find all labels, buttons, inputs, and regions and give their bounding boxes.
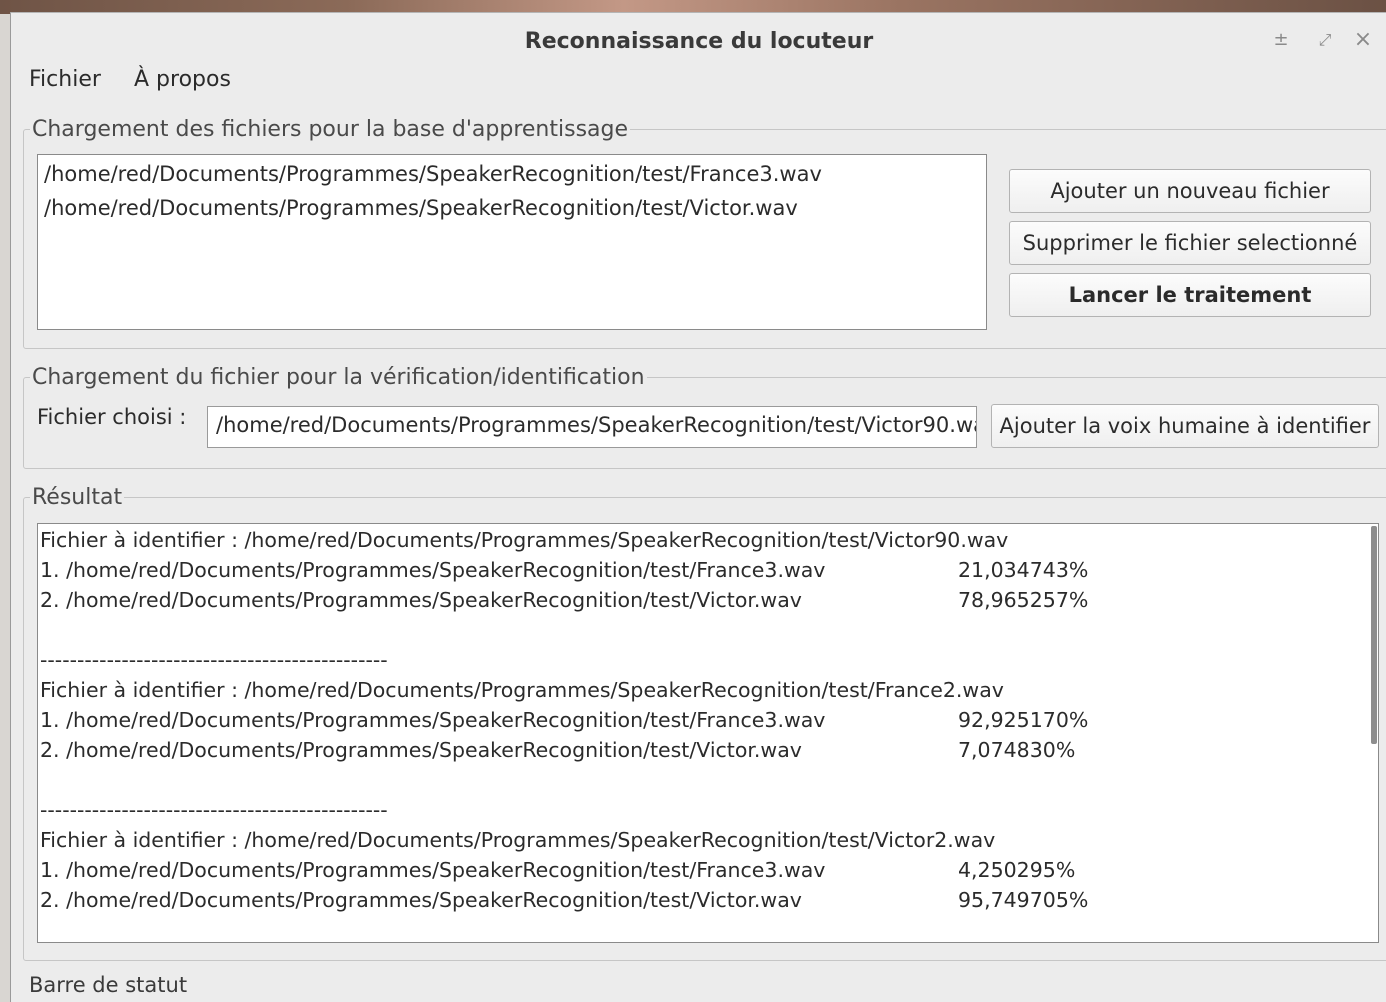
result-header: Fichier à identifier : /home/red/Documen… — [40, 678, 1004, 702]
training-file-list[interactable]: /home/red/Documents/Programmes/SpeakerRe… — [37, 154, 987, 330]
status-bar: Barre de statut — [29, 973, 188, 997]
run-processing-button[interactable]: Lancer le traitement — [1009, 273, 1371, 317]
result-row: 2. /home/red/Documents/Programmes/Speake… — [40, 735, 1075, 765]
result-scrollbar[interactable] — [1370, 524, 1378, 942]
minimize-icon[interactable]: ± — [1269, 28, 1293, 52]
result-percent: 4,250295% — [958, 858, 1076, 882]
result-row: 2. /home/red/Documents/Programmes/Speake… — [40, 885, 1088, 915]
result-path: 1. /home/red/Documents/Programmes/Speake… — [40, 708, 826, 732]
main-window: Reconnaissance du locuteur ± ⤢ × Fichier… — [10, 12, 1386, 1002]
result-separator: ----------------------------------------… — [40, 648, 388, 672]
result-separator: ----------------------------------------… — [40, 798, 388, 822]
result-path: 2. /home/red/Documents/Programmes/Speake… — [40, 738, 802, 762]
result-text-area[interactable]: Fichier à identifier : /home/red/Documen… — [37, 523, 1379, 943]
result-percent: 92,925170% — [958, 708, 1089, 732]
menu-bar: Fichier À propos — [29, 65, 259, 99]
list-item[interactable]: /home/red/Documents/Programmes/SpeakerRe… — [44, 157, 980, 191]
window-title: Reconnaissance du locuteur — [524, 29, 874, 54]
remove-file-button[interactable]: Supprimer le fichier selectionné — [1009, 221, 1371, 265]
chosen-file-label: Fichier choisi : — [37, 405, 187, 429]
result-header: Fichier à identifier : /home/red/Documen… — [40, 528, 1009, 552]
menu-fichier[interactable]: Fichier — [29, 65, 101, 94]
result-row: 1. /home/red/Documents/Programmes/Speake… — [40, 555, 1088, 585]
result-path: 1. /home/red/Documents/Programmes/Speake… — [40, 558, 826, 582]
result-row: 1. /home/red/Documents/Programmes/Speake… — [40, 705, 1088, 735]
menu-a-propos[interactable]: À propos — [134, 65, 231, 94]
result-percent: 95,749705% — [958, 888, 1089, 912]
close-icon[interactable]: × — [1351, 28, 1375, 52]
add-file-button[interactable]: Ajouter un nouveau fichier — [1009, 169, 1371, 213]
result-header: Fichier à identifier : /home/red/Documen… — [40, 828, 996, 852]
chosen-file-field[interactable]: /home/red/Documents/Programmes/SpeakerRe… — [207, 406, 977, 448]
title-bar[interactable]: Reconnaissance du locuteur ± ⤢ × — [11, 13, 1386, 67]
training-legend: Chargement des fichiers pour la base d'a… — [32, 117, 629, 142]
result-row: 1. /home/red/Documents/Programmes/Speake… — [40, 855, 1075, 885]
result-percent: 7,074830% — [958, 738, 1076, 762]
result-path: 2. /home/red/Documents/Programmes/Speake… — [40, 888, 802, 912]
result-percent: 21,034743% — [958, 558, 1089, 582]
maximize-icon[interactable]: ⤢ — [1313, 28, 1337, 52]
result-percent: 78,965257% — [958, 588, 1089, 612]
result-legend: Résultat — [32, 485, 123, 510]
list-item[interactable]: /home/red/Documents/Programmes/SpeakerRe… — [44, 191, 980, 225]
add-voice-button[interactable]: Ajouter la voix humaine à identifier — [991, 404, 1379, 448]
scrollbar-thumb[interactable] — [1371, 526, 1377, 744]
result-row: 2. /home/red/Documents/Programmes/Speake… — [40, 585, 1088, 615]
verification-legend: Chargement du fichier pour la vérificati… — [32, 365, 645, 390]
result-path: 2. /home/red/Documents/Programmes/Speake… — [40, 588, 802, 612]
result-path: 1. /home/red/Documents/Programmes/Speake… — [40, 858, 826, 882]
